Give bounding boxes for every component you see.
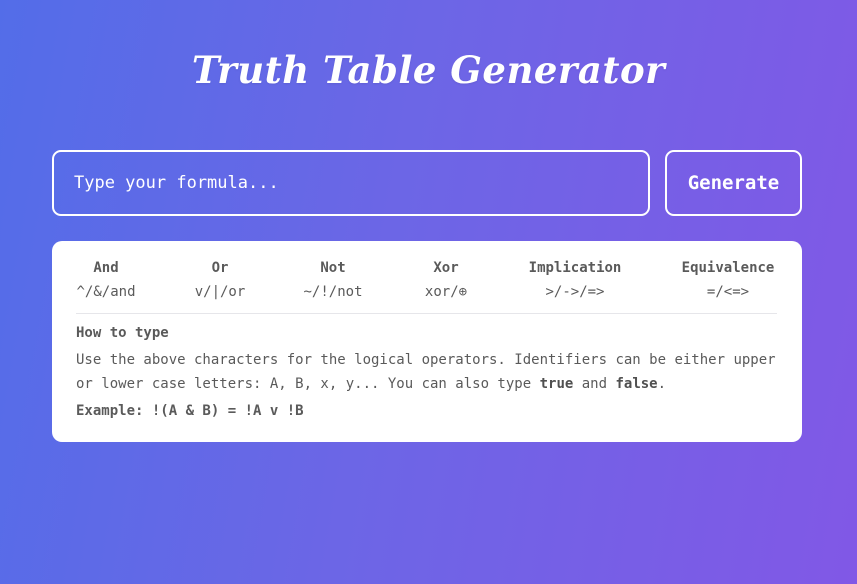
- operator-syntax: v/|/or: [194, 284, 246, 300]
- operator-syntax: >/->/=>: [545, 284, 605, 300]
- operator-name: And: [93, 260, 119, 276]
- operator-and: And ^/&/and: [76, 259, 135, 301]
- operator-syntax: ^/&/and: [76, 284, 136, 300]
- operator-syntax: ~/!/not: [303, 284, 363, 300]
- example-formula: Example: !(A & B) = !A v !B: [76, 403, 304, 419]
- generate-button[interactable]: Generate: [665, 150, 802, 216]
- operator-name: Or: [211, 260, 229, 276]
- operator-implication: Implication >/->/=>: [529, 259, 622, 301]
- operator-name: Xor: [433, 260, 459, 276]
- help-card: And ^/&/and Or v/|/or Not ~/!/not Xor xo…: [52, 241, 802, 442]
- operator-name: Equivalence: [681, 260, 775, 276]
- how-to-type-text: Use the above characters for the logical…: [76, 348, 781, 396]
- formula-input[interactable]: [52, 150, 650, 216]
- page-title: Truth Table Generator: [191, 48, 666, 92]
- false-keyword: false: [615, 376, 658, 392]
- help-text: Use the above characters for the logical…: [76, 352, 776, 392]
- operator-not: Not ~/!/not: [303, 259, 362, 301]
- operator-syntax: xor/⊕: [424, 284, 468, 300]
- true-keyword: true: [539, 376, 574, 392]
- help-text-and: and: [573, 376, 616, 392]
- how-to-type-heading: How to type: [76, 325, 169, 341]
- operator-name: Not: [320, 260, 346, 276]
- operator-name: Implication: [528, 260, 622, 276]
- help-text-period: .: [657, 376, 667, 392]
- operator-or: Or v/|/or: [195, 259, 246, 301]
- operator-equivalence: Equivalence =/<=>: [682, 259, 775, 301]
- operator-legend: And ^/&/and Or v/|/or Not ~/!/not Xor xo…: [76, 259, 777, 314]
- operator-syntax: =/<=>: [706, 284, 750, 300]
- operator-xor: Xor xor/⊕: [425, 259, 467, 301]
